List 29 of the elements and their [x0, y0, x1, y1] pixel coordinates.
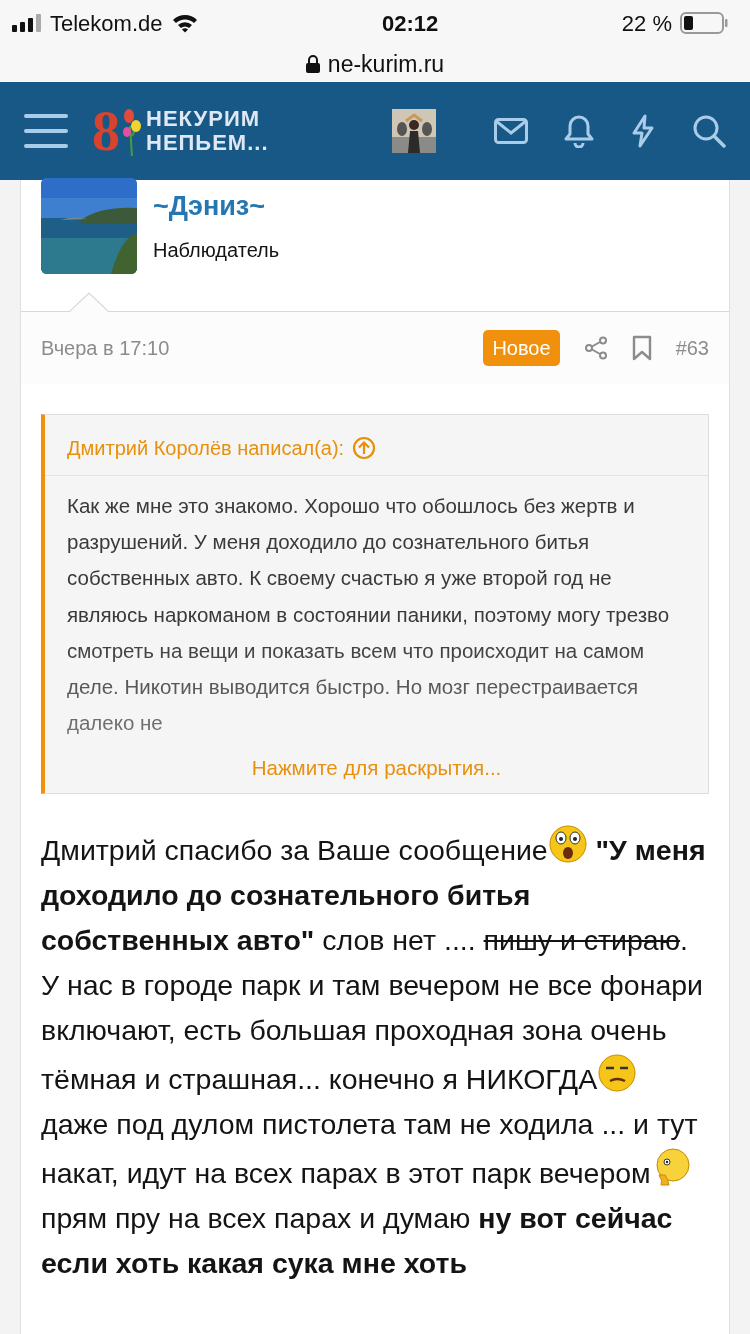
user-title: Наблюдатель	[153, 237, 280, 263]
logo-digit[interactable]: 8	[92, 103, 120, 159]
share-icon[interactable]	[583, 336, 608, 360]
search-icon[interactable]	[692, 114, 726, 148]
author-name[interactable]: ~Дэниз~	[153, 186, 280, 227]
post-number[interactable]: #63	[675, 333, 709, 363]
carrier-name: Telekom.de	[50, 9, 163, 38]
quote-author[interactable]: Дмитрий Королёв написал(а):	[67, 433, 345, 463]
clock-time: 02:12	[382, 9, 439, 38]
bell-icon[interactable]	[564, 114, 594, 148]
post-time[interactable]: Вчера в 17:10	[41, 333, 170, 363]
emoji-icon	[547, 824, 588, 864]
page-url[interactable]: ne-kurim.ru	[327, 46, 445, 82]
logo-text[interactable]: НЕПЬЕМ...	[146, 131, 269, 155]
signal-icon	[12, 14, 42, 32]
expand-link[interactable]: Нажмите для раскрытия...	[251, 756, 502, 779]
battery-icon	[680, 12, 728, 34]
bookmark-icon[interactable]	[631, 335, 652, 361]
emoji-icon	[597, 1053, 638, 1093]
menu-icon[interactable]	[24, 113, 68, 149]
flower-icon	[122, 106, 142, 156]
quote-text: Как же мне это знакомо. Хорошо что обошлось без жертв и разрушений. У меня доходило до сознательного битья собственных авто. К своему счастью я уже второй год не являюсь наркоманом в состоянии паники, поэтому могу трезво смотреть на вещи и показать всем что происходит на самом деле. Никотин выводится быстро. Но мозг перестраивается далеко не	[67, 493, 671, 737]
post-text: Дмитрий спасибо за Ваше сообщение "У меня доходило до сознательного битья собственных авто" слов нет .... пишу и стираю. У нас в городе парк и там вечером не все фонари включают, есть большая проходная зона очень тёмная и страшная... конечно я НИКОГДА даже под дулом пистолета там не ходила ... и тут накат, идут на всех парах в этот парк вечером прям пру на всех парах и думаю ну вот сейчас если хоть какая сука мне хоть	[21, 794, 729, 1286]
battery-percent: 22 %	[621, 9, 672, 38]
lock-icon	[305, 55, 320, 73]
new-badge: Новое	[483, 330, 560, 366]
logo-text[interactable]: НЕКУРИМ	[146, 107, 269, 131]
lightning-icon[interactable]	[630, 114, 656, 148]
mail-icon[interactable]	[494, 118, 528, 144]
